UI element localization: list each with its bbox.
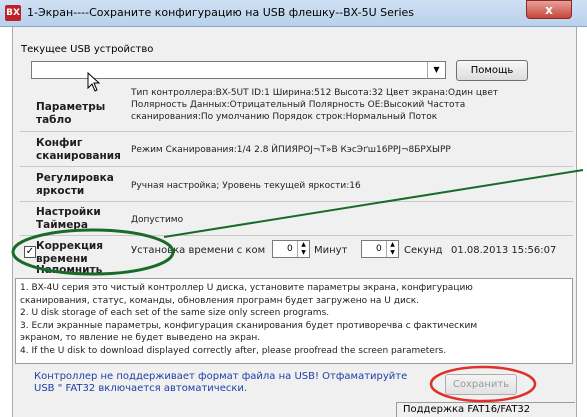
- datetime-readout: 01.08.2013 15:56:07: [451, 245, 557, 256]
- mouse-cursor-icon: [87, 72, 101, 92]
- reminder-label: Напомнить: [36, 264, 103, 276]
- spinner-arrows-icon[interactable]: ▲ ▼: [297, 241, 309, 257]
- minutes-value: 0: [287, 244, 293, 254]
- spinner-arrows-icon[interactable]: ▲ ▼: [386, 241, 398, 257]
- format-warning-line1: Контроллер не поддерживает формат файла …: [34, 371, 408, 382]
- time-correction-checkbox[interactable]: ✓: [24, 246, 36, 258]
- seconds-stepper[interactable]: 0 ▲ ▼: [361, 240, 399, 258]
- chevron-down-icon[interactable]: ▼: [427, 62, 445, 78]
- screen-params-line2: Полярность Данных:Отрицательный Полярнос…: [131, 100, 466, 110]
- screen-params-line3: сканирования:По умолчанию Порядок строк:…: [131, 112, 438, 122]
- note-line: 3. Если экранные параметры, конфигурация…: [20, 320, 478, 331]
- title-bar: BX 1-Экран----Сохраните конфигурацию на …: [0, 0, 587, 27]
- note-line: сканирования, статус, команды, обновлени…: [20, 295, 420, 306]
- timer-value: Допустимо: [131, 215, 184, 225]
- note-line: 4. If the U disk to download displayed c…: [20, 345, 447, 356]
- close-button[interactable]: x: [526, 0, 572, 19]
- screen-params-label: Параметры табло: [36, 101, 106, 126]
- status-bar: Поддержка FAT16/FAT32: [396, 402, 575, 417]
- divider: [20, 131, 573, 132]
- note-line: 1. BX-4U серия это чистый контроллер U д…: [20, 283, 473, 293]
- app-icon: BX: [5, 5, 21, 21]
- save-button[interactable]: Сохранить: [445, 374, 517, 395]
- time-set-text: Установка времени с ком: [131, 245, 266, 256]
- brightness-label: Регулировка яркости: [36, 172, 114, 197]
- format-warning: Контроллер не поддерживает формат файла …: [34, 371, 407, 395]
- format-warning-line2: USB " FAT32 включается автоматически.: [34, 383, 248, 394]
- note-line: экраном, то явление не будет выведено на…: [20, 333, 261, 343]
- timer-label: Настройки Таймера: [36, 206, 101, 231]
- note-line: 2. U disk storage of each set of the sam…: [20, 308, 330, 318]
- usb-device-label: Текущее USB устройство: [21, 44, 154, 55]
- divider: [20, 166, 573, 167]
- time-correction-label: Коррекция времени: [36, 240, 103, 265]
- window-title: 1-Экран----Сохраните конфигурацию на USB…: [27, 6, 415, 19]
- help-button[interactable]: Помощь: [456, 60, 528, 81]
- scan-config-label: Конфиг сканирования: [36, 137, 121, 162]
- divider: [20, 201, 573, 202]
- brightness-value: Ручная настройка; Уровень текущей яркост…: [131, 181, 361, 191]
- seconds-value: 0: [376, 244, 382, 254]
- divider: [20, 235, 573, 236]
- scan-config-value: Режим Сканирования:1/4 2.8 ЙПИЯРОЈ¬Т»В К…: [131, 145, 451, 155]
- minutes-stepper[interactable]: 0 ▲ ▼: [272, 240, 310, 258]
- minutes-label: Минут: [314, 245, 348, 256]
- reminder-notes: 1. BX-4U серия это чистый контроллер U д…: [15, 278, 573, 364]
- screen-params-line1: Тип контроллера:BX-5UT ID:1 Ширина:512 В…: [131, 88, 499, 98]
- seconds-label: Секунд: [404, 245, 443, 256]
